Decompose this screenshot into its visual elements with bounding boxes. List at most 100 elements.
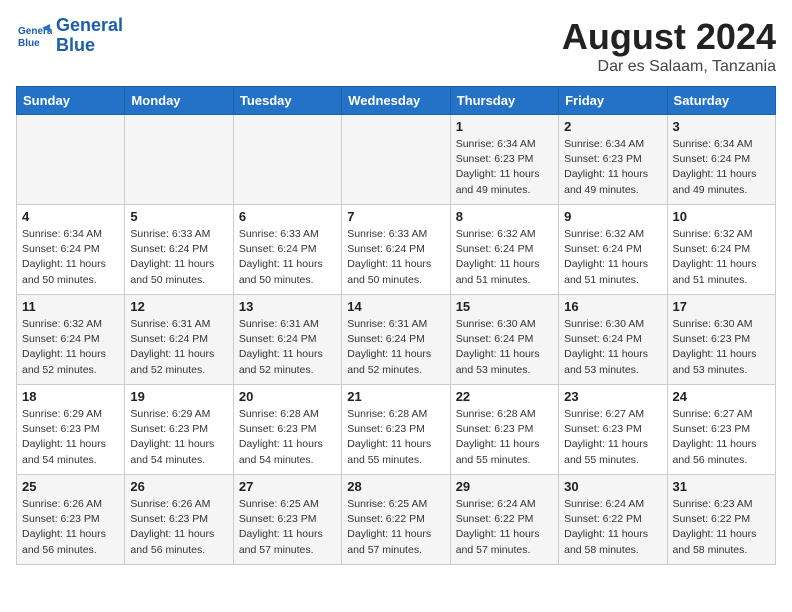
day-header-thursday: Thursday [450,87,558,115]
day-cell: 14 Sunrise: 6:31 AM Sunset: 6:24 PM Dayli… [342,295,450,385]
day-info: Sunrise: 6:31 AM Sunset: 6:24 PM Dayligh… [347,317,444,378]
day-info: Sunrise: 6:29 AM Sunset: 6:23 PM Dayligh… [130,407,227,468]
day-cell: 11Sunrise: 6:32 AM Sunset: 6:24 PM Dayli… [17,295,125,385]
day-header-saturday: Saturday [667,87,775,115]
day-header-tuesday: Tuesday [233,87,341,115]
day-cell: 7Sunrise: 6:33 AM Sunset: 6:24 PM Daylig… [342,205,450,295]
day-cell: 27 Sunrise: 6:25 AM Sunset: 6:23 PM Dayli… [233,475,341,565]
day-number: 5 [130,209,227,224]
day-info: Sunrise: 6:29 AM Sunset: 6:23 PM Dayligh… [22,407,119,468]
day-number: 7 [347,209,444,224]
day-info: Sunrise: 6:33 AM Sunset: 6:24 PM Dayligh… [130,227,227,288]
day-info: Sunrise: 6:27 AM Sunset: 6:23 PM Dayligh… [564,407,661,468]
day-number: 28 [347,479,444,494]
day-info: Sunrise: 6:25 AM Sunset: 6:23 PM Dayligh… [239,497,336,558]
day-cell: 22Sunrise: 6:28 AM Sunset: 6:23 PM Dayli… [450,385,558,475]
day-cell: 21Sunrise: 6:28 AM Sunset: 6:23 PM Dayli… [342,385,450,475]
day-info: Sunrise: 6:23 AM Sunset: 6:22 PM Dayligh… [673,497,770,558]
page-header: General Blue General Blue August 2024 Da… [16,16,776,76]
day-number: 6 [239,209,336,224]
day-cell: 12 Sunrise: 6:31 AM Sunset: 6:24 PM Dayli… [125,295,233,385]
day-cell: 6Sunrise: 6:33 AM Sunset: 6:24 PM Daylig… [233,205,341,295]
day-header-friday: Friday [559,87,667,115]
day-cell: 9 Sunrise: 6:32 AM Sunset: 6:24 PM Daylig… [559,205,667,295]
week-row-2: 4 Sunrise: 6:34 AM Sunset: 6:24 PM Daylig… [17,205,776,295]
day-cell: 1Sunrise: 6:34 AM Sunset: 6:23 PM Daylig… [450,115,558,205]
day-cell: 20 Sunrise: 6:28 AM Sunset: 6:23 PM Dayli… [233,385,341,475]
day-number: 25 [22,479,119,494]
logo-line1: General [56,15,123,35]
day-cell: 28 Sunrise: 6:25 AM Sunset: 6:22 PM Dayli… [342,475,450,565]
day-number: 1 [456,119,553,134]
day-cell: 16Sunrise: 6:30 AM Sunset: 6:24 PM Dayli… [559,295,667,385]
day-info: Sunrise: 6:28 AM Sunset: 6:23 PM Dayligh… [456,407,553,468]
day-info: Sunrise: 6:31 AM Sunset: 6:24 PM Dayligh… [239,317,336,378]
day-info: Sunrise: 6:25 AM Sunset: 6:22 PM Dayligh… [347,497,444,558]
day-cell: 8 Sunrise: 6:32 AM Sunset: 6:24 PM Daylig… [450,205,558,295]
day-number: 23 [564,389,661,404]
day-info: Sunrise: 6:32 AM Sunset: 6:24 PM Dayligh… [564,227,661,288]
day-cell: 24 Sunrise: 6:27 AM Sunset: 6:23 PM Dayli… [667,385,775,475]
day-cell: 10Sunrise: 6:32 AM Sunset: 6:24 PM Dayli… [667,205,775,295]
day-number: 16 [564,299,661,314]
day-number: 3 [673,119,770,134]
month-title: August 2024 [562,16,776,58]
day-info: Sunrise: 6:27 AM Sunset: 6:23 PM Dayligh… [673,407,770,468]
day-cell: 15 Sunrise: 6:30 AM Sunset: 6:24 PM Dayli… [450,295,558,385]
day-info: Sunrise: 6:30 AM Sunset: 6:24 PM Dayligh… [456,317,553,378]
day-number: 26 [130,479,227,494]
day-cell [233,115,341,205]
logo-line2: Blue [56,35,95,55]
day-cell: 29Sunrise: 6:24 AM Sunset: 6:22 PM Dayli… [450,475,558,565]
day-number: 31 [673,479,770,494]
day-cell: 18Sunrise: 6:29 AM Sunset: 6:23 PM Dayli… [17,385,125,475]
day-cell: 26 Sunrise: 6:26 AM Sunset: 6:23 PM Dayli… [125,475,233,565]
day-info: Sunrise: 6:32 AM Sunset: 6:24 PM Dayligh… [456,227,553,288]
day-number: 8 [456,209,553,224]
title-block: August 2024 Dar es Salaam, Tanzania [562,16,776,76]
day-info: Sunrise: 6:28 AM Sunset: 6:23 PM Dayligh… [347,407,444,468]
day-info: Sunrise: 6:31 AM Sunset: 6:24 PM Dayligh… [130,317,227,378]
day-info: Sunrise: 6:34 AM Sunset: 6:23 PM Dayligh… [564,137,661,198]
day-header-monday: Monday [125,87,233,115]
day-number: 27 [239,479,336,494]
day-cell: 5 Sunrise: 6:33 AM Sunset: 6:24 PM Daylig… [125,205,233,295]
header-row: SundayMondayTuesdayWednesdayThursdayFrid… [17,87,776,115]
day-info: Sunrise: 6:24 AM Sunset: 6:22 PM Dayligh… [564,497,661,558]
day-number: 12 [130,299,227,314]
day-cell: 19Sunrise: 6:29 AM Sunset: 6:23 PM Dayli… [125,385,233,475]
day-info: Sunrise: 6:32 AM Sunset: 6:24 PM Dayligh… [673,227,770,288]
day-number: 20 [239,389,336,404]
logo: General Blue General Blue [16,16,123,56]
day-cell [17,115,125,205]
day-cell [342,115,450,205]
calendar-table: SundayMondayTuesdayWednesdayThursdayFrid… [16,86,776,565]
day-header-sunday: Sunday [17,87,125,115]
day-number: 4 [22,209,119,224]
day-cell: 31 Sunrise: 6:23 AM Sunset: 6:22 PM Dayli… [667,475,775,565]
day-info: Sunrise: 6:26 AM Sunset: 6:23 PM Dayligh… [130,497,227,558]
day-number: 17 [673,299,770,314]
day-info: Sunrise: 6:34 AM Sunset: 6:24 PM Dayligh… [22,227,119,288]
day-cell: 4 Sunrise: 6:34 AM Sunset: 6:24 PM Daylig… [17,205,125,295]
day-info: Sunrise: 6:26 AM Sunset: 6:23 PM Dayligh… [22,497,119,558]
day-info: Sunrise: 6:28 AM Sunset: 6:23 PM Dayligh… [239,407,336,468]
day-number: 13 [239,299,336,314]
day-number: 2 [564,119,661,134]
day-number: 24 [673,389,770,404]
day-cell [125,115,233,205]
week-row-4: 18Sunrise: 6:29 AM Sunset: 6:23 PM Dayli… [17,385,776,475]
day-info: Sunrise: 6:30 AM Sunset: 6:23 PM Dayligh… [673,317,770,378]
day-cell: 23 Sunrise: 6:27 AM Sunset: 6:23 PM Dayli… [559,385,667,475]
day-number: 11 [22,299,119,314]
day-number: 30 [564,479,661,494]
day-header-wednesday: Wednesday [342,87,450,115]
day-info: Sunrise: 6:24 AM Sunset: 6:22 PM Dayligh… [456,497,553,558]
day-number: 9 [564,209,661,224]
calendar-body: 1 Sunrise: 6:34 AM Sunset: 6:23 PM Daylig… [17,115,776,565]
day-number: 15 [456,299,553,314]
day-cell: 13 Sunrise: 6:31 AM Sunset: 6:24 PM Dayli… [233,295,341,385]
day-number: 14 [347,299,444,314]
day-info: Sunrise: 6:34 AM Sunset: 6:24 PM Dayligh… [673,137,770,198]
logo-icon: General Blue [16,18,52,54]
